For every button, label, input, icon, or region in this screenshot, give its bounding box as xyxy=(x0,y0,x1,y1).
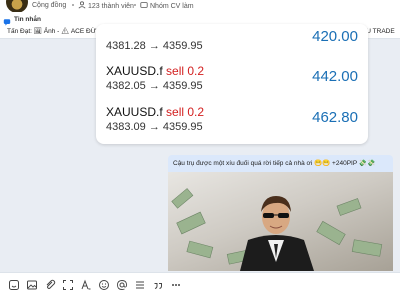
trade-header: XAUUSD.f sell 0.2 xyxy=(106,64,204,78)
photo-illustration xyxy=(171,188,383,271)
message-icon xyxy=(3,19,11,26)
group-link[interactable]: Nhóm CV làm xyxy=(140,1,194,12)
chat-message-bubble: Cậu trụ được một xíu đuối quá rời tiếp c… xyxy=(168,155,393,172)
trade-symbol: XAUUSD.f xyxy=(106,105,163,119)
emoji-icon[interactable] xyxy=(98,279,110,291)
menu-icon[interactable] xyxy=(134,279,146,291)
text-format-icon[interactable] xyxy=(80,279,92,291)
trade-price: 4383.09 → 4359.95 xyxy=(106,121,203,133)
sticker-icon[interactable] xyxy=(8,279,20,291)
group-icon xyxy=(140,2,148,8)
members-icon xyxy=(78,1,86,9)
members-label: 123 thành viên xyxy=(88,3,134,10)
quote-icon[interactable] xyxy=(152,279,164,291)
attachment-icon[interactable] xyxy=(44,279,56,291)
more-icon[interactable] xyxy=(170,279,182,291)
trade-results-image[interactable]: 420.00 4381.28 → 4359.95 XAUUSD.f sell 0… xyxy=(96,24,368,144)
community-label[interactable]: Cộng đồng xyxy=(32,1,66,11)
group-label: Nhóm CV làm xyxy=(150,3,194,10)
trade-price: 4382.05 → 4359.95 xyxy=(106,80,203,92)
members-count[interactable]: 123 thành viên xyxy=(78,1,134,12)
pinned-title: Tin nhắn xyxy=(14,16,41,23)
trade-action: sell 0.2 xyxy=(166,105,205,119)
trade-profit: 462.80 xyxy=(312,109,358,126)
mention-icon[interactable] xyxy=(116,279,128,291)
separator-dot xyxy=(72,4,74,6)
trade-profit: 420.00 xyxy=(312,28,358,45)
separator-dot xyxy=(134,4,136,6)
trade-price: 4381.28 → 4359.95 xyxy=(106,40,203,52)
trade-profit: 442.00 xyxy=(312,68,358,85)
trade-header: XAUUSD.f sell 0.2 xyxy=(106,105,204,119)
person-graphic xyxy=(240,196,314,271)
group-header: Cộng đồng 123 thành viên Nhóm CV làm xyxy=(0,0,400,13)
image-icon[interactable] xyxy=(26,279,38,291)
chat-message-text: Cậu trụ được một xíu đuối quá rời tiếp c… xyxy=(173,160,376,167)
trade-action: sell 0.2 xyxy=(166,64,205,78)
trade-symbol: XAUUSD.f xyxy=(106,64,163,78)
screenshot-icon[interactable] xyxy=(62,279,74,291)
composer-toolbar xyxy=(0,272,400,300)
attached-photo[interactable] xyxy=(168,172,393,271)
